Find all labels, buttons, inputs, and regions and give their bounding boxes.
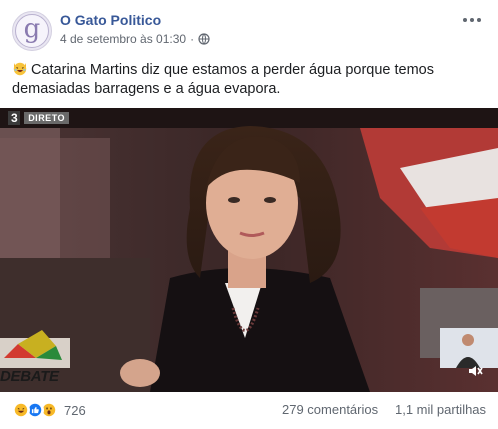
video-player[interactable]: 3 DIRETO DEBATE bbox=[0, 108, 498, 392]
shares-link[interactable]: 1,1 mil partilhas bbox=[395, 402, 486, 417]
page-avatar[interactable]: g bbox=[12, 11, 52, 51]
program-label: DEBATE bbox=[0, 368, 59, 385]
live-label: DIRETO bbox=[24, 112, 70, 124]
post-text: Catarina Martins diz que estamos a perde… bbox=[12, 60, 486, 99]
post-meta: 4 de setembro às 01:30 · bbox=[60, 32, 210, 46]
meta-separator: · bbox=[190, 32, 195, 46]
post-date-link[interactable]: 4 de setembro às 01:30 bbox=[60, 32, 186, 46]
channel-badge: 3 DIRETO bbox=[8, 111, 70, 125]
page-name-link[interactable]: O Gato Politico bbox=[60, 12, 161, 28]
comments-link[interactable]: 279 comentários bbox=[282, 402, 378, 417]
channel-number: 3 bbox=[8, 111, 21, 125]
haha-icon bbox=[12, 401, 30, 419]
video-frame bbox=[0, 108, 498, 392]
ellipsis-icon[interactable] bbox=[460, 12, 484, 28]
cat-face-laughing-icon bbox=[13, 62, 27, 76]
avatar-ring: g bbox=[15, 14, 49, 48]
avatar-letter: g bbox=[23, 14, 41, 44]
reactions-summary[interactable]: 726 bbox=[12, 401, 86, 419]
speaker-muted-icon[interactable] bbox=[466, 362, 484, 380]
globe-icon bbox=[198, 33, 210, 45]
reaction-count: 726 bbox=[64, 402, 86, 418]
facebook-post: g O Gato Politico 4 de setembro às 01:30… bbox=[0, 0, 498, 429]
post-text-content: Catarina Martins diz que estamos a perde… bbox=[12, 62, 434, 97]
